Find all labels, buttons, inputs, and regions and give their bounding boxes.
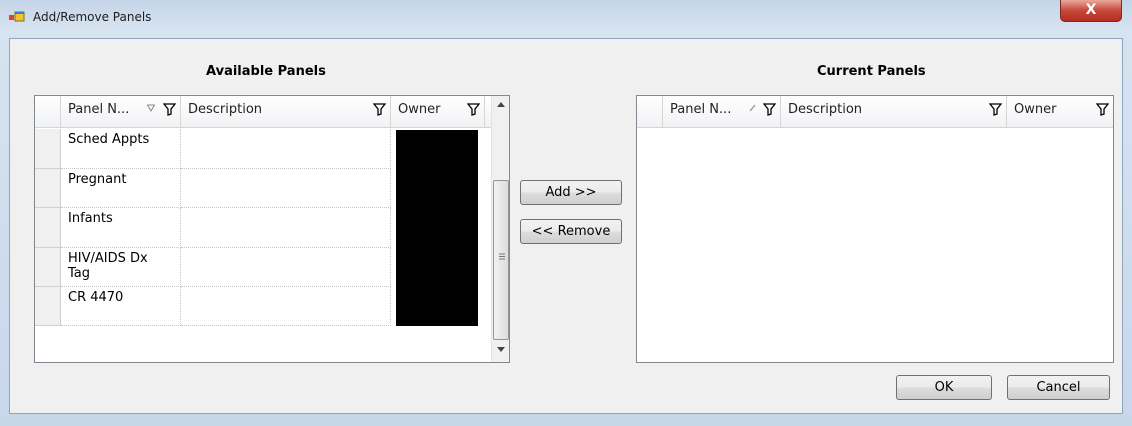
description-cell[interactable]: [181, 208, 391, 248]
chevron-down-icon: [497, 347, 505, 352]
funnel-filter-icon[interactable]: [989, 103, 1002, 116]
row-selector[interactable]: [35, 287, 61, 326]
dialog-window: Add/Remove Panels X Available Panels Cur…: [0, 0, 1132, 426]
row-selector[interactable]: [35, 208, 61, 248]
table-row[interactable]: Sched Appts: [35, 129, 391, 169]
panels-window-icon: [9, 11, 25, 22]
row-selector[interactable]: [35, 169, 61, 208]
cancel-button[interactable]: Cancel: [1007, 375, 1110, 400]
funnel-filter-icon[interactable]: [467, 103, 480, 116]
sort-indicator-icon: [749, 104, 756, 112]
column-header-description[interactable]: Description: [181, 96, 391, 128]
table-row[interactable]: CR 4470: [35, 287, 391, 326]
window-title: Add/Remove Panels: [33, 10, 152, 24]
scroll-down-button[interactable]: [492, 342, 510, 360]
panel-name-cell[interactable]: CR 4470: [61, 287, 181, 326]
sort-indicator-icon: [147, 104, 155, 112]
ok-button[interactable]: OK: [896, 375, 992, 400]
add-button[interactable]: Add >>: [520, 180, 622, 205]
description-cell[interactable]: [181, 287, 391, 326]
panel-name-cell[interactable]: HIV/AIDS Dx Tag: [61, 248, 181, 287]
panel-name-cell[interactable]: Sched Appts: [61, 129, 181, 169]
row-header-corner: [637, 96, 663, 128]
table-row[interactable]: HIV/AIDS Dx Tag: [35, 248, 391, 287]
column-header-panel-name[interactable]: Panel N...: [663, 96, 781, 128]
close-button[interactable]: X: [1060, 0, 1122, 22]
funnel-filter-icon[interactable]: [163, 103, 176, 116]
description-cell[interactable]: [181, 248, 391, 287]
row-selector[interactable]: [35, 248, 61, 287]
close-icon: X: [1085, 2, 1097, 18]
available-panels-grid[interactable]: Panel N... Description Owner Sched Appts: [34, 95, 510, 363]
panel-name-cell[interactable]: Infants: [61, 208, 181, 248]
description-cell[interactable]: [181, 129, 391, 169]
vertical-scrollbar[interactable]: [491, 96, 509, 362]
current-grid-header: Panel N... Description Owner: [637, 96, 1113, 128]
funnel-filter-icon[interactable]: [1096, 103, 1109, 116]
chevron-up-icon: [497, 102, 505, 107]
funnel-filter-icon[interactable]: [373, 103, 386, 116]
description-cell[interactable]: [181, 169, 391, 208]
available-panels-title: Available Panels: [206, 64, 326, 79]
remove-button[interactable]: << Remove: [520, 219, 622, 244]
owner-redacted-block: [396, 130, 478, 326]
scroll-up-button[interactable]: [492, 96, 510, 114]
table-row[interactable]: Pregnant: [35, 169, 391, 208]
column-header-owner[interactable]: Owner: [391, 96, 485, 128]
dialog-client-area: Available Panels Current Panels Panel N.…: [9, 38, 1123, 414]
column-header-panel-name[interactable]: Panel N...: [61, 96, 181, 128]
table-row[interactable]: Infants: [35, 208, 391, 248]
column-header-owner[interactable]: Owner: [1007, 96, 1113, 128]
current-panels-grid[interactable]: Panel N... Description Owner: [636, 95, 1114, 363]
row-header-corner: [35, 96, 61, 128]
funnel-filter-icon[interactable]: [763, 103, 776, 116]
panel-name-cell[interactable]: Pregnant: [61, 169, 181, 208]
grip-icon: [499, 253, 505, 260]
column-header-description[interactable]: Description: [781, 96, 1007, 128]
scroll-thumb[interactable]: [493, 180, 509, 340]
available-grid-header: Panel N... Description Owner: [35, 96, 491, 128]
row-selector[interactable]: [35, 129, 61, 169]
current-panels-title: Current Panels: [817, 64, 926, 79]
